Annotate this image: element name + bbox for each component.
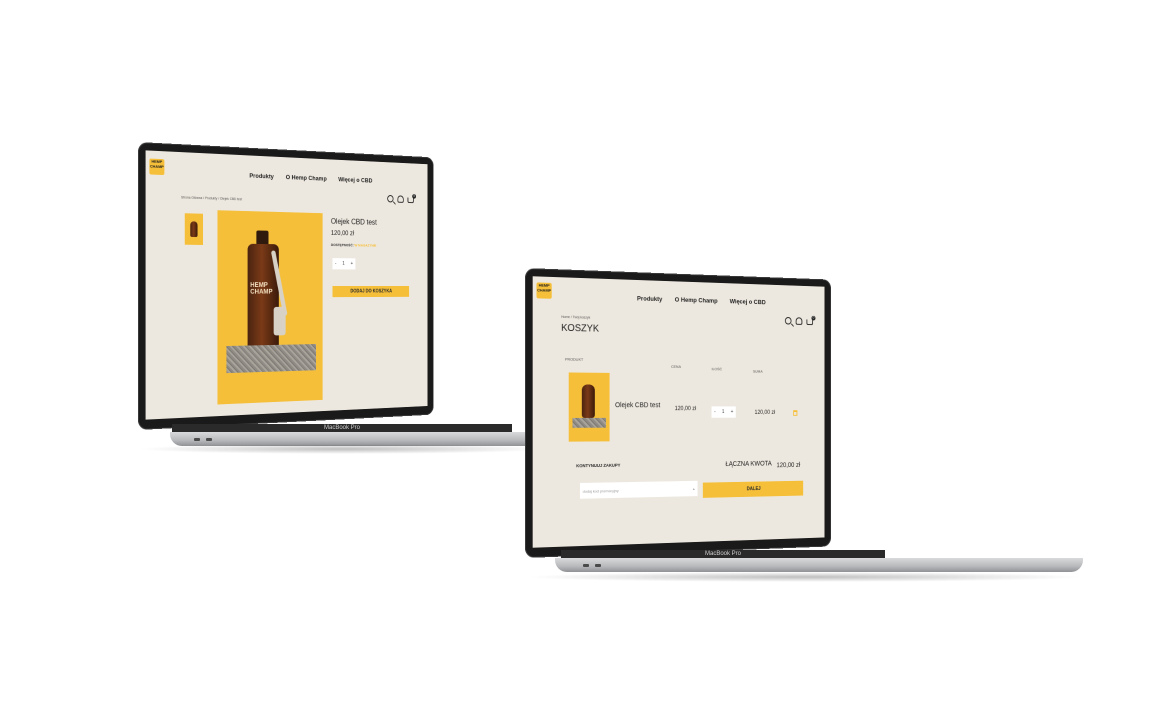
main-nav: Produkty O Hemp Champ Więcej o CBD: [249, 173, 372, 185]
cart-icon[interactable]: 0: [407, 194, 417, 204]
main-nav: Produkty O Hemp Champ Więcej o CBD: [637, 296, 766, 307]
left-screen: HEMP CHAMP Produkty O Hemp Champ Więcej …: [145, 150, 428, 420]
mockup-scene: HEMP CHAMP Produkty O Hemp Champ Więcej …: [0, 0, 1162, 708]
col-header-product: PRODUKT: [564, 356, 584, 362]
header-icons: 0: [387, 194, 417, 204]
header-icons: 0: [784, 315, 816, 326]
left-laptop: HEMP CHAMP Produkty O Hemp Champ Więcej …: [138, 142, 548, 462]
cart-item-bottle: [581, 384, 595, 418]
add-to-cart-button[interactable]: DODAJ DO KOSZYKA: [332, 286, 410, 298]
pipette-bulb: [273, 306, 286, 336]
nav-item-products[interactable]: Produkty: [249, 173, 273, 181]
cart-item-image[interactable]: [568, 372, 610, 442]
qty-plus-button[interactable]: +: [731, 409, 734, 415]
left-laptop-lid: HEMP CHAMP Produkty O Hemp Champ Więcej …: [138, 142, 434, 430]
continue-shopping-link[interactable]: KONTYNUUJ ZAKUPY: [576, 463, 620, 469]
nav-item-cbd[interactable]: Więcej o CBD: [338, 177, 372, 185]
left-shadow: [138, 444, 548, 454]
breadcrumb: Home / Twój koszyk: [561, 314, 591, 320]
page-title: KOSZYK: [561, 322, 600, 335]
next-button[interactable]: DALEJ: [702, 480, 804, 498]
cart-icon[interactable]: 0: [806, 315, 816, 326]
right-port-2: [595, 564, 601, 567]
product-title: Olejek CBD test: [330, 217, 377, 227]
right-screen: HEMP CHAMP Produkty O Hemp Champ Więcej …: [532, 276, 825, 548]
nav-item-cbd[interactable]: Więcej o CBD: [730, 298, 766, 306]
remove-item-icon[interactable]: [793, 410, 798, 416]
cart-count-badge: 0: [412, 194, 417, 199]
col-header-total: SUMA: [752, 368, 763, 374]
cart-item-total: 120,00 zł: [754, 410, 776, 416]
product-price: 120,00 zł: [330, 230, 355, 238]
availability-value: W MAGAZYNIE: [354, 243, 377, 248]
qty-value[interactable]: 1: [342, 261, 344, 267]
nav-item-about[interactable]: O Hemp Champ: [675, 297, 718, 305]
total-value: 120,00 zł: [776, 462, 801, 470]
qty-minus-button[interactable]: -: [335, 261, 336, 267]
brand-logo[interactable]: HEMP CHAMP: [149, 158, 165, 176]
brand-logo-text: HEMP CHAMP: [149, 158, 164, 170]
cart-item-price: 120,00 zł: [674, 406, 697, 413]
right-laptop-lid: HEMP CHAMP Produkty O Hemp Champ Więcej …: [525, 268, 832, 558]
left-port-2: [206, 438, 212, 441]
quantity-stepper: - 1 +: [332, 258, 356, 270]
promo-placeholder: dodaj kod promocyjny: [582, 487, 619, 494]
cart-item-name[interactable]: Olejek CBD test: [615, 402, 660, 409]
promo-code-input[interactable]: dodaj kod promocyjny +: [579, 480, 698, 499]
cart-item-stone: [572, 417, 606, 428]
product-image: HEMP CHAMP: [217, 210, 323, 405]
search-icon[interactable]: [387, 194, 394, 203]
availability-label: DOSTĘPNOŚĆ:: [330, 243, 354, 248]
right-base: [555, 558, 1083, 572]
nav-item-products[interactable]: Produkty: [637, 296, 662, 304]
user-icon[interactable]: [397, 195, 404, 203]
breadcrumb: Strona Główna / Produkty / Olejek CBD te…: [181, 195, 243, 202]
col-header-qty: ILOŚĆ: [711, 366, 722, 372]
promo-apply-button[interactable]: +: [693, 486, 695, 491]
right-laptop: HEMP CHAMP Produkty O Hemp Champ Więcej …: [525, 268, 1085, 588]
qty-minus-button[interactable]: -: [714, 409, 715, 415]
brand-logo[interactable]: HEMP CHAMP: [536, 282, 552, 299]
left-port-1: [194, 438, 200, 441]
availability: DOSTĘPNOŚĆ: W MAGAZYNIE: [331, 243, 377, 247]
brand-logo-text: HEMP CHAMP: [537, 282, 552, 293]
user-icon[interactable]: [795, 317, 803, 325]
col-header-price: CENA: [671, 363, 681, 369]
total-label: ŁĄCZNA KWOTA: [725, 460, 772, 468]
qty-value[interactable]: 1: [722, 409, 724, 415]
thumbnail-bottle: [190, 221, 198, 238]
cart-count-badge: 0: [811, 315, 816, 321]
qty-plus-button[interactable]: +: [351, 261, 353, 267]
bottle-brand-label: HEMP CHAMP: [250, 282, 273, 296]
right-port-1: [583, 564, 589, 567]
cart-quantity-stepper: - 1 +: [711, 406, 736, 418]
stone-base: [226, 344, 316, 374]
right-shadow: [525, 572, 1085, 582]
nav-item-about[interactable]: O Hemp Champ: [286, 174, 327, 182]
product-thumbnail[interactable]: [184, 213, 204, 245]
search-icon[interactable]: [784, 316, 792, 325]
